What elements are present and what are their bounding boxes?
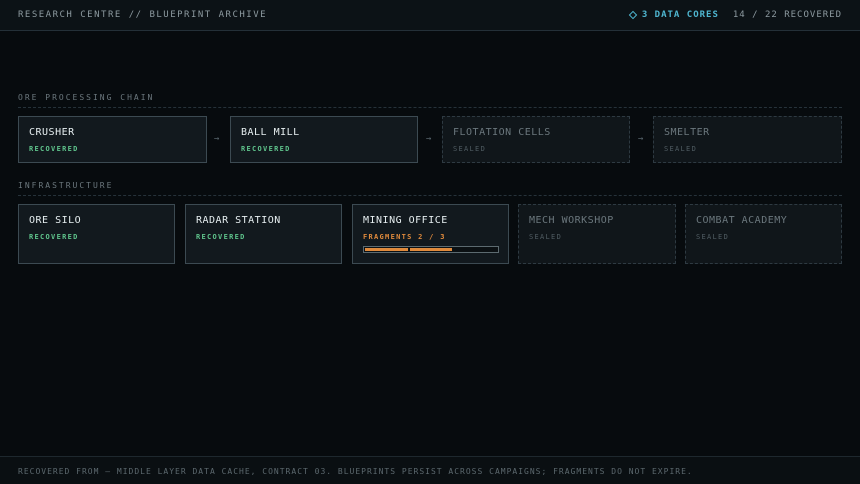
card-status: RECOVERED bbox=[196, 233, 246, 241]
card-status: RECOVERED bbox=[29, 233, 79, 241]
fragment-segment bbox=[365, 248, 408, 251]
card-name: ORE SILO bbox=[29, 215, 82, 226]
card-name: MECH WORKSHOP bbox=[529, 215, 614, 226]
card-name: SMELTER bbox=[664, 127, 710, 138]
blueprint-card-ore-silo[interactable]: ORE SILO RECOVERED bbox=[18, 204, 175, 264]
blueprint-card-smelter[interactable]: SMELTER SEALED bbox=[653, 116, 842, 163]
card-status: RECOVERED bbox=[241, 145, 291, 153]
data-cores-counter: 3 DATA CORES bbox=[628, 10, 719, 20]
card-name: FLOTATION CELLS bbox=[453, 127, 551, 138]
section-divider bbox=[18, 195, 842, 196]
blueprint-card-crusher[interactable]: CRUSHER RECOVERED bbox=[18, 116, 207, 163]
diamond-icon bbox=[628, 10, 638, 20]
arrow-right-icon: → bbox=[214, 134, 220, 144]
card-name: BALL MILL bbox=[241, 127, 300, 138]
footer-bar: RECOVERED FROM — MIDDLE LAYER DATA CACHE… bbox=[0, 456, 860, 484]
blueprint-card-radar-station[interactable]: RADAR STATION RECOVERED bbox=[185, 204, 342, 264]
fragment-progress-bar bbox=[363, 246, 499, 253]
card-status: FRAGMENTS 2 / 3 bbox=[363, 233, 446, 241]
card-status: SEALED bbox=[529, 233, 563, 241]
blueprint-card-combat-academy[interactable]: COMBAT ACADEMY SEALED bbox=[685, 204, 842, 264]
section-label-infrastructure: INFRASTRUCTURE bbox=[18, 181, 114, 190]
card-name: COMBAT ACADEMY bbox=[696, 215, 788, 226]
card-name: CRUSHER bbox=[29, 127, 75, 138]
page-title: RESEARCH CENTRE // BLUEPRINT ARCHIVE bbox=[18, 10, 268, 20]
section-divider bbox=[18, 107, 842, 108]
header-stats: 3 DATA CORES 14 / 22 RECOVERED bbox=[628, 10, 842, 20]
arrow-right-icon: → bbox=[638, 134, 644, 144]
fragment-segment bbox=[409, 248, 453, 251]
card-status: SEALED bbox=[453, 145, 487, 153]
fragment-segment bbox=[454, 248, 497, 251]
blueprint-card-mech-workshop[interactable]: MECH WORKSHOP SEALED bbox=[518, 204, 676, 264]
card-status: SEALED bbox=[696, 233, 730, 241]
card-name: MINING OFFICE bbox=[363, 215, 448, 226]
card-status: RECOVERED bbox=[29, 145, 79, 153]
data-cores-label: 3 DATA CORES bbox=[641, 10, 719, 20]
blueprint-card-ball-mill[interactable]: BALL MILL RECOVERED bbox=[230, 116, 418, 163]
blueprint-card-flotation-cells[interactable]: FLOTATION CELLS SEALED bbox=[442, 116, 630, 163]
blueprint-card-mining-office[interactable]: MINING OFFICE FRAGMENTS 2 / 3 bbox=[352, 204, 509, 264]
recovered-counter: 14 / 22 RECOVERED bbox=[732, 10, 842, 20]
header-bar: RESEARCH CENTRE // BLUEPRINT ARCHIVE 3 D… bbox=[0, 0, 860, 31]
blueprint-archive-screen: RESEARCH CENTRE // BLUEPRINT ARCHIVE 3 D… bbox=[0, 0, 860, 484]
arrow-right-icon: → bbox=[426, 134, 432, 144]
card-status: SEALED bbox=[664, 145, 698, 153]
footer-note: RECOVERED FROM — MIDDLE LAYER DATA CACHE… bbox=[18, 467, 693, 476]
section-label-ore-processing: ORE PROCESSING CHAIN bbox=[18, 93, 155, 102]
card-name: RADAR STATION bbox=[196, 215, 281, 226]
